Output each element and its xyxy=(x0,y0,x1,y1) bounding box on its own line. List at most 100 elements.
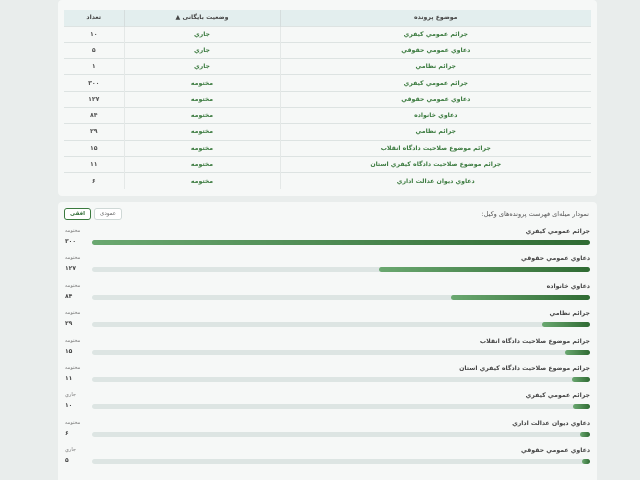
bar-row: جرائم موضوع صلاحيت دادگاه كيفري استان مخت… xyxy=(58,365,597,392)
orientation-toggle: افقی عمودی xyxy=(64,208,123,220)
table-row: دعاوي عمومي حقوقي مختومه ۱۲۷ xyxy=(64,90,591,108)
cell-count: ۶ xyxy=(64,172,124,189)
cell-status: مختومه xyxy=(123,139,280,157)
cell-count: ۳۰۰ xyxy=(64,74,124,92)
cell-status: مختومه xyxy=(123,90,280,108)
table-row: جرائم نظامي مختومه ۲۹ xyxy=(64,123,591,141)
cell-topic: جرائم نظامي xyxy=(279,58,591,75)
cell-status: مختومه xyxy=(123,123,280,141)
cell-topic: دعاوي عمومي حقوقي xyxy=(279,90,591,108)
bar[interactable] xyxy=(571,377,590,382)
header-status[interactable]: وضعیت بایگانی ▲ xyxy=(123,10,280,26)
bar-row: جرائم نظامي مختومه ۲۹ xyxy=(58,310,597,337)
toggle-horizontal-button[interactable]: افقی xyxy=(64,208,92,220)
bar-track xyxy=(92,240,590,245)
bar-label: جرائم نظامي xyxy=(549,310,590,318)
bar-value-label: ۲۹ xyxy=(65,320,73,328)
bar-status: مختومه xyxy=(65,337,81,344)
bar-label: دعاوي ديوان عدالت اداري xyxy=(512,419,590,427)
cell-count: ۱۵ xyxy=(64,139,124,157)
cell-status: مختومه xyxy=(123,74,280,92)
bar-status: مختومه xyxy=(65,255,81,262)
bar-row: جرائم موضوع صلاحيت دادگاه انقلاب مختومه ۱۵ xyxy=(58,338,597,365)
cell-count: ۱۲۷ xyxy=(64,90,124,108)
bar[interactable] xyxy=(92,240,590,245)
cell-count: ۵ xyxy=(64,41,124,59)
bar-status: مختومه xyxy=(65,365,81,371)
toggle-vertical-button[interactable]: عمودی xyxy=(94,208,123,220)
cell-topic: دعاوي عمومي حقوقي xyxy=(279,41,591,59)
bar-label: جرائم موضوع صلاحيت دادگاه كيفري استان xyxy=(459,365,590,372)
bar-label: دعاوي عمومي حقوقي xyxy=(521,447,590,455)
bar-row: دعاوي عمومي حقوقي مختومه ۱۲۷ xyxy=(58,255,597,282)
cell-count: ۱۱ xyxy=(64,155,124,173)
bar[interactable] xyxy=(580,431,590,437)
bar-track xyxy=(92,294,590,300)
bar-track xyxy=(92,322,590,328)
bar-label: جرائم موضوع صلاحيت دادگاه انقلاب xyxy=(479,337,590,345)
bar-track xyxy=(92,349,590,355)
bar-row: دعاوي ديوان عدالت اداري مختومه ۶ xyxy=(58,420,597,447)
bar-track xyxy=(92,267,590,273)
bar-track xyxy=(92,459,590,465)
chart-panel: نمودار میله‌ای فهرست پرونده‌های وکیل: اف… xyxy=(58,202,597,480)
bar-track xyxy=(92,377,590,382)
bar-status: مختومه xyxy=(65,419,81,426)
bar-status: مختومه xyxy=(65,228,81,234)
bar-row: جرائم عمومي كيفري جاري ۱۰ xyxy=(58,392,597,419)
table-row: دعاوي عمومي حقوقي جاري ۵ xyxy=(64,41,591,59)
cell-topic: جرائم عمومي كيفري xyxy=(279,74,591,92)
header-count[interactable]: تعداد xyxy=(64,10,124,26)
cut-off-caption xyxy=(208,0,448,4)
bar-value-label: ۱۵ xyxy=(65,347,73,355)
bar[interactable] xyxy=(450,294,590,300)
bar-label: دعاوي عمومي حقوقي xyxy=(521,255,590,263)
cell-count: ۲۹ xyxy=(64,123,124,141)
table-row: جرائم موضوع صلاحيت دادگاه انقلاب مختومه ۱۵ xyxy=(64,139,591,157)
bar-status: مختومه xyxy=(65,310,81,317)
bar-track xyxy=(92,431,590,437)
bar[interactable] xyxy=(565,349,590,355)
cell-count: ۸۴ xyxy=(64,106,124,124)
bar-label: دعاوي خانواده xyxy=(546,282,590,290)
table-row: جرائم عمومي كيفري جاري ۱۰ xyxy=(64,25,591,43)
cases-table: موضوع پرونده وضعیت بایگانی ▲ تعداد جرائم… xyxy=(64,10,591,189)
header-topic[interactable]: موضوع پرونده xyxy=(279,10,591,26)
cell-status: جاري xyxy=(123,25,280,43)
bar[interactable] xyxy=(581,459,590,465)
bar-value-label: ۵ xyxy=(65,457,69,465)
table-row: جرائم نظامي جاري ۱ xyxy=(64,58,591,75)
bar-value-label: ۶ xyxy=(65,429,69,437)
cell-topic: دعاوي خانواده xyxy=(279,106,591,124)
table-row: جرائم موضوع صلاحيت دادگاه كيفري استان مخت… xyxy=(64,155,591,173)
bar-label: جرائم عمومي كيفري xyxy=(525,392,590,400)
cell-topic: جرائم نظامي xyxy=(279,123,591,141)
bar-value-label: ۱۰ xyxy=(65,402,73,410)
bar[interactable] xyxy=(379,267,590,273)
cell-count: ۱۰ xyxy=(64,25,124,43)
table-row: دعاوي ديوان عدالت اداري مختومه ۶ xyxy=(64,172,591,189)
bar-row: دعاوي خانواده مختومه ۸۴ xyxy=(58,283,597,310)
chart-title: نمودار میله‌ای فهرست پرونده‌های وکیل: xyxy=(481,210,590,218)
cell-status: مختومه xyxy=(123,155,280,173)
cell-topic: جرائم موضوع صلاحيت دادگاه كيفري استان xyxy=(279,155,591,173)
bar-value-label: ۳۰۰ xyxy=(65,238,76,245)
table-row: دعاوي خانواده مختومه ۸۴ xyxy=(64,106,591,124)
bar-status: جاري xyxy=(65,392,76,399)
cell-status: جاري xyxy=(123,58,280,75)
cell-status: جاري xyxy=(123,41,280,59)
bar[interactable] xyxy=(541,322,590,328)
bar-status: مختومه xyxy=(65,282,81,289)
cell-topic: دعاوي ديوان عدالت اداري xyxy=(279,172,591,189)
table-panel: موضوع پرونده وضعیت بایگانی ▲ تعداد جرائم… xyxy=(58,0,597,196)
cell-topic: جرائم موضوع صلاحيت دادگاه انقلاب xyxy=(279,139,591,157)
bar-value-label: ۱۲۷ xyxy=(65,265,76,273)
bar-row: جرائم عمومي كيفري مختومه ۳۰۰ xyxy=(58,228,597,255)
cell-status: مختومه xyxy=(123,172,280,189)
bar-status: جاري xyxy=(65,447,76,454)
bar-value-label: ۸۴ xyxy=(65,292,73,300)
bar[interactable] xyxy=(573,404,590,410)
bar-track xyxy=(92,404,590,410)
cell-status: مختومه xyxy=(123,106,280,124)
table-row: جرائم عمومي كيفري مختومه ۳۰۰ xyxy=(64,74,591,92)
